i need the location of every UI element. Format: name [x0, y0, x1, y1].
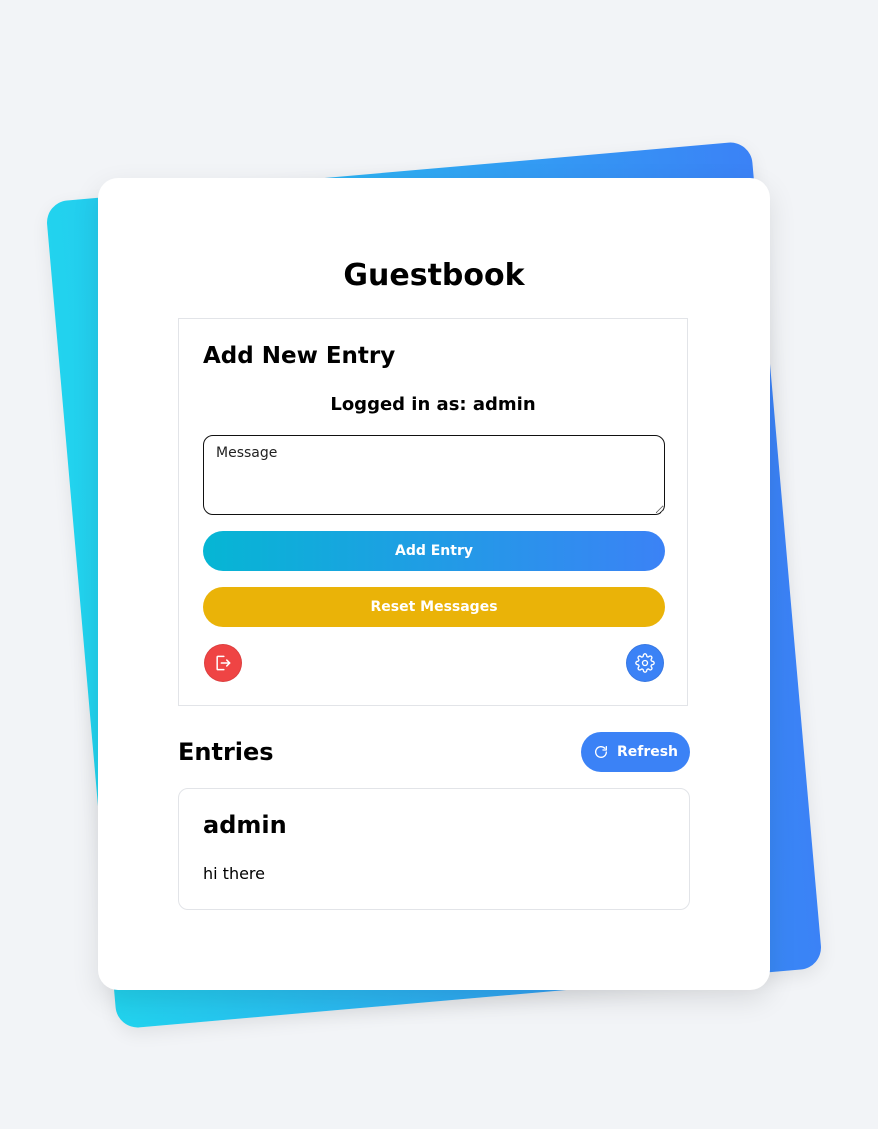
entries-heading: Entries — [178, 738, 274, 766]
reset-messages-button[interactable]: Reset Messages — [203, 587, 665, 627]
refresh-icon — [593, 744, 609, 760]
guestbook-card: Guestbook Add New Entry Logged in as: ad… — [98, 178, 770, 990]
settings-button[interactable] — [626, 644, 664, 682]
page-title: Guestbook — [343, 258, 525, 293]
form-heading: Add New Entry — [203, 343, 396, 369]
logout-icon — [213, 653, 233, 673]
logged-in-status: Logged in as: admin — [330, 394, 536, 415]
logout-button[interactable] — [204, 644, 242, 682]
refresh-button[interactable]: Refresh — [581, 732, 690, 772]
add-entry-button[interactable]: Add Entry — [203, 531, 665, 571]
entry-author: admin — [203, 811, 287, 839]
refresh-label: Refresh — [616, 744, 679, 760]
gear-icon — [635, 653, 655, 673]
entry-message: hi there — [203, 864, 265, 883]
add-entry-form: Add New Entry Logged in as: admin Add En… — [178, 318, 688, 706]
entry-card: admin hi there — [178, 788, 690, 910]
message-input[interactable] — [203, 435, 665, 515]
